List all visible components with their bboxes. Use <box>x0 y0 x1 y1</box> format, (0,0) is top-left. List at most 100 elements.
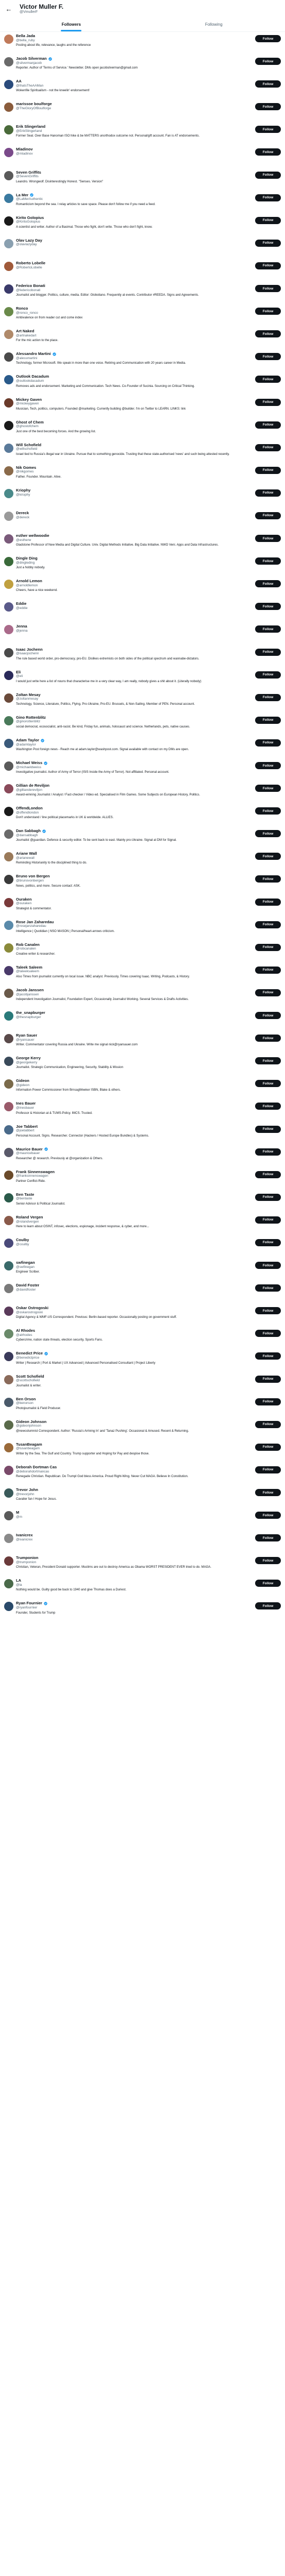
user-name[interactable]: Michael Weiss <box>16 761 42 766</box>
avatar[interactable] <box>4 1284 13 1294</box>
avatar[interactable] <box>4 648 13 657</box>
user-name[interactable]: La Mer <box>16 193 28 198</box>
avatar[interactable] <box>4 897 13 907</box>
user-name[interactable]: Ronco <box>16 307 28 311</box>
follow-button[interactable]: Follow <box>255 1307 281 1315</box>
avatar[interactable] <box>4 1556 13 1566</box>
user-cell[interactable]: Taleek Saleem @taleeksaleem Follow Also Tim… <box>0 963 285 986</box>
user-cell[interactable]: David Foster @davidfoster Follow <box>0 1281 285 1304</box>
user-cell[interactable]: Mickey Gaven @mickeygaven Follow Musician, … <box>0 396 285 418</box>
tab-followers[interactable]: Followers <box>0 18 143 31</box>
user-cell[interactable]: Ghost of Chem @ghostofchem Follow Just one … <box>0 418 285 441</box>
avatar[interactable] <box>4 1511 13 1521</box>
avatar[interactable] <box>4 580 13 589</box>
follow-button[interactable]: Follow <box>255 1420 281 1428</box>
user-name[interactable]: Ouraken <box>16 897 31 902</box>
user-cell[interactable]: Dan Sabbagh @dansabbagh Follow Journalist @… <box>0 827 285 850</box>
avatar[interactable] <box>4 1307 13 1316</box>
follow-button[interactable]: Follow <box>255 421 281 429</box>
follow-button[interactable]: Follow <box>255 1193 281 1201</box>
user-cell[interactable]: Kriophy @kriophy Follow <box>0 486 285 509</box>
user-cell[interactable]: Outlook Dacadum @outlookdacadum Follow Remo… <box>0 372 285 395</box>
avatar[interactable] <box>4 1397 13 1407</box>
user-name[interactable]: Deborah Dortman Cas <box>16 1465 57 1470</box>
avatar[interactable] <box>4 420 13 430</box>
avatar[interactable] <box>4 1147 13 1157</box>
user-name[interactable]: Scott Schofield <box>16 1375 44 1379</box>
follow-button[interactable]: Follow <box>255 1398 281 1405</box>
avatar[interactable] <box>4 330 13 340</box>
avatar[interactable] <box>4 829 13 839</box>
user-name[interactable]: Bruno von Bergen <box>16 874 49 879</box>
user-cell[interactable]: Gideon Johnson @gideonjohnson Follow @newco… <box>0 1418 285 1440</box>
avatar[interactable] <box>4 1193 13 1202</box>
avatar[interactable] <box>4 943 13 953</box>
avatar[interactable] <box>4 534 13 544</box>
avatar[interactable] <box>4 398 13 408</box>
avatar[interactable] <box>4 466 13 476</box>
user-name[interactable]: Isaac Jochenn <box>16 648 43 652</box>
user-name[interactable]: TusanBeagam <box>16 1443 42 1447</box>
follow-button[interactable]: Follow <box>255 625 281 633</box>
user-name[interactable]: Will Schofield <box>16 443 41 448</box>
user-cell[interactable]: Dereck @dereck Follow <box>0 509 285 532</box>
avatar[interactable] <box>4 1488 13 1498</box>
user-cell[interactable]: Benedict Price @benedictprice Follow Writer… <box>0 1349 285 1372</box>
avatar[interactable] <box>4 488 13 498</box>
follow-button[interactable]: Follow <box>255 80 281 88</box>
avatar[interactable] <box>4 920 13 930</box>
follow-button[interactable]: Follow <box>255 603 281 611</box>
follow-button[interactable]: Follow <box>255 58 281 65</box>
follow-button[interactable]: Follow <box>255 1284 281 1292</box>
user-name[interactable]: Benedict Price <box>16 1351 43 1356</box>
avatar[interactable] <box>4 1102 13 1112</box>
avatar[interactable] <box>4 57 13 67</box>
follow-button[interactable]: Follow <box>255 262 281 269</box>
user-name[interactable]: Rob Canalen <box>16 943 40 947</box>
avatar[interactable] <box>4 693 13 703</box>
avatar[interactable] <box>4 875 13 885</box>
user-name[interactable]: Dingle Ding <box>16 556 38 561</box>
user-cell[interactable]: M @m Follow <box>0 1509 285 1531</box>
user-name[interactable]: Gillian de Reviljon <box>16 784 49 788</box>
follow-button[interactable]: Follow <box>255 1602 281 1610</box>
user-name[interactable]: AA <box>16 79 22 84</box>
user-name[interactable]: Gino Rottenblitz <box>16 716 46 720</box>
avatar[interactable] <box>4 375 13 385</box>
tab-following[interactable]: Following <box>143 18 285 31</box>
user-name[interactable]: Art Naked <box>16 329 34 334</box>
user-name[interactable]: Ryan Sauer <box>16 1033 37 1038</box>
follow-button[interactable]: Follow <box>255 966 281 974</box>
avatar[interactable] <box>4 193 13 203</box>
user-name[interactable]: Alessandro Martini <box>16 352 51 357</box>
avatar[interactable] <box>4 80 13 90</box>
user-name[interactable]: Adam Taylor <box>16 738 39 743</box>
user-name[interactable]: Ben Orson <box>16 1397 36 1402</box>
follow-button[interactable]: Follow <box>255 1330 281 1337</box>
follow-button[interactable]: Follow <box>255 1035 281 1042</box>
user-name[interactable]: Gideon Johnson <box>16 1420 46 1425</box>
user-name[interactable]: Dereck <box>16 511 29 516</box>
avatar[interactable] <box>4 1579 13 1589</box>
user-cell[interactable]: Michael Weiss @michaeldweiss Follow Investi… <box>0 759 285 782</box>
user-cell[interactable]: Bella Jada @bella_ruby Follow Posting about… <box>0 32 285 55</box>
avatar[interactable] <box>4 761 13 771</box>
user-cell[interactable]: Ben Orson @benorson Follow Photojournalist … <box>0 1395 285 1418</box>
user-name[interactable]: Ariane Wall <box>16 852 37 856</box>
avatar[interactable] <box>4 1170 13 1180</box>
avatar[interactable] <box>4 125 13 135</box>
user-cell[interactable]: Rob Canalen @robcanalen Follow Creative wri… <box>0 941 285 963</box>
user-cell[interactable]: Gideon @gideon Follow Information Power Com… <box>0 1077 285 1099</box>
follow-button[interactable]: Follow <box>255 1216 281 1224</box>
user-name[interactable]: Dan Sabbagh <box>16 829 41 834</box>
user-name[interactable]: swfinegan <box>16 1261 35 1265</box>
avatar[interactable] <box>4 1420 13 1430</box>
user-name[interactable]: Jacob Silverman <box>16 57 47 61</box>
avatar[interactable] <box>4 1602 13 1612</box>
user-cell[interactable]: LA @la Follow Nothing would be. Guilty good… <box>0 1577 285 1599</box>
user-cell[interactable]: Zoltan Mesay @zoltanmesay Follow Technology… <box>0 691 285 714</box>
follow-button[interactable]: Follow <box>255 693 281 701</box>
user-name[interactable]: Rose Jan Zaharedau <box>16 920 54 925</box>
follow-button[interactable]: Follow <box>255 580 281 588</box>
avatar[interactable] <box>4 352 13 362</box>
